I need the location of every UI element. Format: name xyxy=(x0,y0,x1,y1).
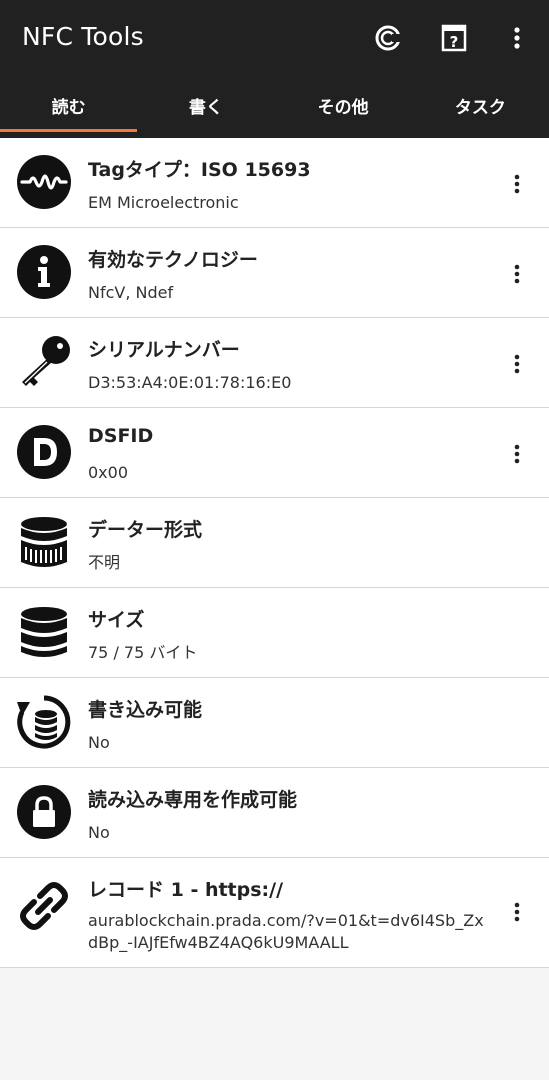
link-icon xyxy=(16,878,72,934)
more-vertical-icon[interactable] xyxy=(503,350,531,378)
list-item-tag-type[interactable]: Tagタイプ：ISO 15693 EM Microelectronic xyxy=(0,138,549,228)
item-title: 有効なテクノロジー xyxy=(88,249,258,271)
app-bar: NFC Tools ? xyxy=(0,0,549,76)
list-item-writable[interactable]: 書き込み可能 No xyxy=(0,678,549,768)
lock-icon xyxy=(16,784,72,840)
tab-tasks[interactable]: タスク xyxy=(412,76,549,138)
help-book-icon[interactable]: ? xyxy=(436,20,472,56)
tab-read[interactable]: 読む xyxy=(0,76,138,138)
tag-info-list: Tagタイプ：ISO 15693 EM Microelectronic 有効なテ… xyxy=(0,138,549,968)
item-value: 不明 xyxy=(88,553,121,572)
database-format-icon xyxy=(16,514,72,570)
item-value: No xyxy=(88,823,110,842)
item-title: 書き込み可能 xyxy=(88,699,203,721)
item-title: 読み込み専用を作成可能 xyxy=(88,789,298,811)
rewritable-icon xyxy=(16,694,72,750)
waveform-icon xyxy=(16,154,72,210)
more-vertical-icon[interactable] xyxy=(503,170,531,198)
tab-bar: 読む 書く その他 タスク xyxy=(0,76,549,138)
list-item-size[interactable]: サイズ 75 / 75 バイト xyxy=(0,588,549,678)
item-value: No xyxy=(88,733,110,752)
more-vertical-icon[interactable] xyxy=(499,20,535,56)
info-icon xyxy=(16,244,72,300)
list-item-serial-number[interactable]: シリアルナンバー D3:53:A4:0E:01:78:16:E0 xyxy=(0,318,549,408)
list-item-record-1[interactable]: レコード 1 - https:// aurablockchain.prada.c… xyxy=(0,858,549,968)
database-icon xyxy=(16,604,72,660)
more-vertical-icon[interactable] xyxy=(503,440,531,468)
coin-icon[interactable] xyxy=(370,20,406,56)
tab-other[interactable]: その他 xyxy=(275,76,412,138)
more-vertical-icon[interactable] xyxy=(503,898,531,926)
svg-text:?: ? xyxy=(450,33,459,51)
item-title: Tagタイプ：ISO 15693 xyxy=(88,159,311,181)
tab-write[interactable]: 書く xyxy=(137,76,274,138)
more-vertical-icon[interactable] xyxy=(503,260,531,288)
list-item-technologies[interactable]: 有効なテクノロジー NfcV, Ndef xyxy=(0,228,549,318)
item-value: NfcV, Ndef xyxy=(88,283,174,302)
app-title: NFC Tools xyxy=(22,22,144,51)
list-item-dsfid[interactable]: DSFID 0x00 xyxy=(0,408,549,498)
item-title: レコード 1 - https:// xyxy=(88,879,284,901)
item-title: データー形式 xyxy=(88,519,203,541)
item-title: DSFID xyxy=(88,425,154,447)
dsfid-icon xyxy=(16,424,72,480)
list-item-can-make-readonly[interactable]: 読み込み専用を作成可能 No xyxy=(0,768,549,858)
item-value: D3:53:A4:0E:01:78:16:E0 xyxy=(88,373,292,392)
item-value: EM Microelectronic xyxy=(88,193,239,212)
item-value: 0x00 xyxy=(88,463,129,482)
item-title: サイズ xyxy=(88,609,145,631)
key-icon xyxy=(16,334,72,390)
item-value: aurablockchain.prada.com/?v=01&t=dv6I4Sb… xyxy=(88,911,484,952)
item-title: シリアルナンバー xyxy=(88,339,240,361)
item-value: 75 / 75 バイト xyxy=(88,643,198,662)
list-item-data-format[interactable]: データー形式 不明 xyxy=(0,498,549,588)
